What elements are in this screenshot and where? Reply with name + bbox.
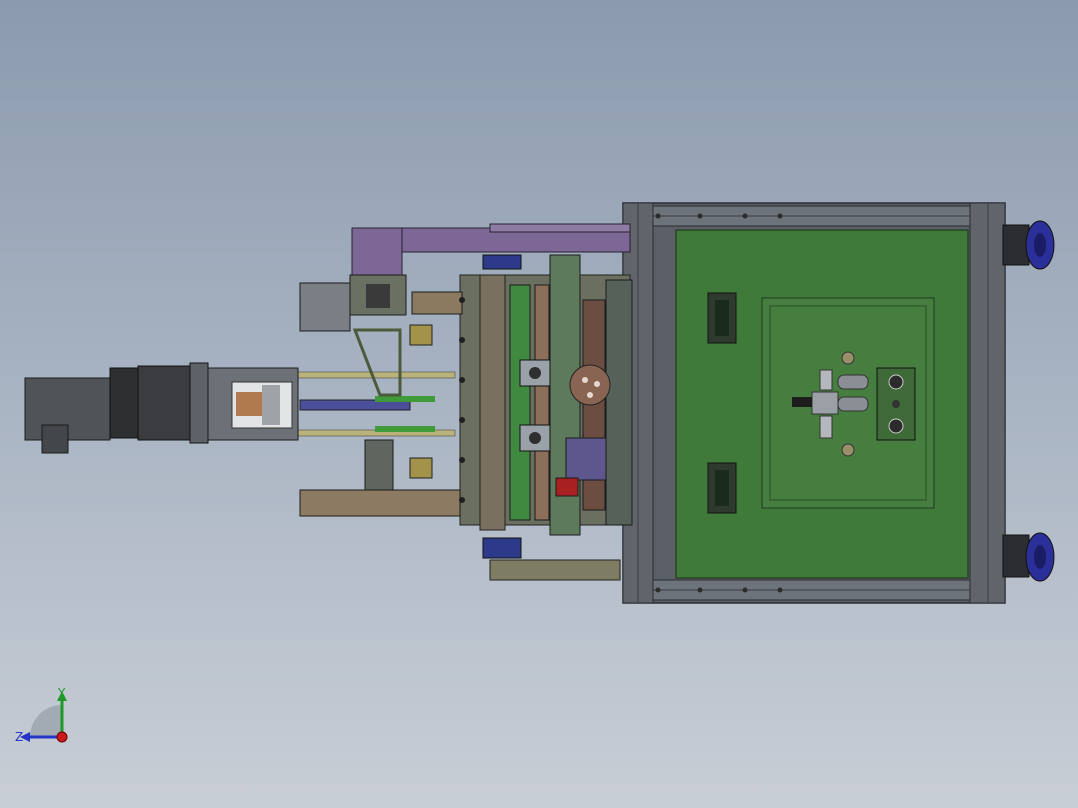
caster-top[interactable]	[1002, 220, 1055, 270]
servo-motor[interactable]	[24, 362, 299, 454]
caster-bottom[interactable]	[1002, 532, 1055, 582]
y-axis-label: Y	[58, 686, 66, 700]
machine-frame[interactable]	[622, 202, 1006, 604]
left-fixture[interactable]	[294, 274, 465, 517]
z-axis-label: Z	[15, 730, 24, 744]
cad-viewport[interactable]	[0, 0, 1078, 808]
